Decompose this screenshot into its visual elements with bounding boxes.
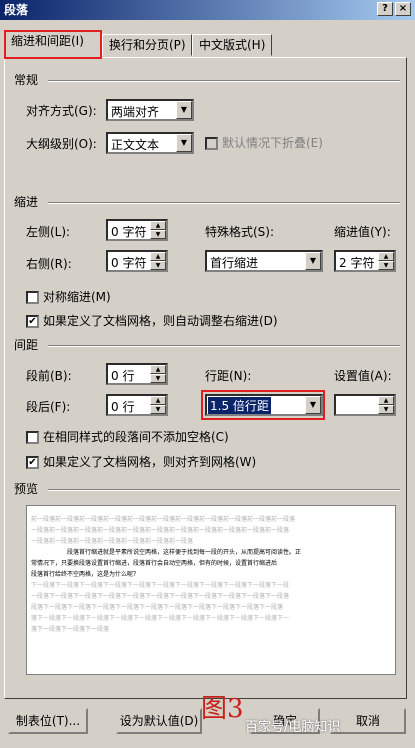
right-indent-label: 右侧(R): — [26, 257, 72, 271]
preview-divider — [48, 489, 400, 491]
left-indent-value: 0 字符 — [111, 225, 147, 239]
preview-main-line: 段落首行给终不空两格，这是为什么呢？ — [31, 571, 140, 578]
left-indent-spinner[interactable]: 0 字符 ▲ ▼ — [106, 219, 168, 241]
spin-up-icon[interactable]: ▲ — [150, 396, 166, 405]
spin-down-icon[interactable]: ▼ — [150, 230, 166, 239]
tab-line-page-breaks[interactable]: 换行和分页(P) — [102, 34, 192, 56]
collapse-checkbox[interactable] — [205, 137, 218, 150]
collapse-label: 默认情况下折叠(E) — [222, 136, 323, 150]
auto-adjust-label: 如果定义了文档网格，则自动调整右缩进(D) — [43, 314, 278, 328]
spin-down-icon[interactable]: ▼ — [150, 261, 166, 270]
by-value: 2 字符 — [339, 256, 375, 270]
by-label: 缩进值(Y): — [334, 225, 391, 239]
preview-pane: 前一段落前一段落前一段落前一段落前一段落前一段落前一段落前一段落前一段落前一段落… — [26, 505, 396, 675]
watermark: 百家号/电脑知识 — [245, 720, 341, 735]
spin-up-icon[interactable]: ▲ — [150, 252, 166, 261]
preview-section-title: 预览 — [14, 482, 39, 496]
spin-down-icon[interactable]: ▼ — [150, 405, 166, 414]
cancel-button[interactable]: 取消 — [330, 708, 406, 734]
spin-down-icon[interactable]: ▼ — [150, 374, 166, 383]
outline-value: 正文文本 — [111, 138, 160, 152]
chevron-down-icon[interactable]: ▼ — [305, 396, 321, 414]
general-section-title: 常规 — [14, 73, 39, 87]
at-label: 设置值(A): — [334, 369, 392, 383]
snap-grid-label: 如果定义了文档网格，则对齐到网格(W) — [43, 455, 257, 469]
at-spinner[interactable]: ▲ ▼ — [334, 394, 396, 416]
spin-up-icon[interactable]: ▲ — [378, 396, 394, 405]
spin-up-icon[interactable]: ▲ — [378, 252, 394, 261]
indent-section-title: 缩进 — [14, 195, 39, 209]
outline-select[interactable]: 正文文本 ▼ — [106, 132, 194, 154]
help-button[interactable]: ? — [377, 2, 393, 16]
special-select[interactable]: 首行缩进 ▼ — [205, 250, 323, 272]
tabs-button[interactable]: 制表位(T)... — [8, 708, 88, 734]
indent-divider — [48, 202, 400, 204]
close-button[interactable]: × — [395, 2, 411, 16]
after-spinner[interactable]: 0 行 ▲ ▼ — [106, 394, 168, 416]
outline-label: 大纲级别(O): — [26, 137, 97, 151]
special-label: 特殊格式(S): — [205, 225, 275, 239]
alignment-label: 对齐方式(G): — [26, 104, 97, 118]
left-indent-label: 左侧(L): — [26, 225, 71, 239]
figure-annotation: 图3 — [201, 694, 244, 724]
preview-next-line: 落下一段落下一段落下一段落 — [31, 626, 110, 633]
no-space-checkbox[interactable] — [26, 431, 39, 444]
window-title: 段落 — [4, 3, 29, 17]
by-spinner[interactable]: 2 字符 ▲ ▼ — [334, 250, 396, 272]
before-spinner[interactable]: 0 行 ▲ ▼ — [106, 363, 168, 385]
mirror-indents-checkbox[interactable] — [26, 291, 39, 304]
line-spacing-value: 1.5 倍行距 — [208, 397, 271, 414]
preview-prev-line: 前一段落前一段落前一段落前一段落前一段落前一段落前一段落前一段落前一段落前一段落… — [31, 516, 296, 523]
set-default-button[interactable]: 设为默认值(D) — [116, 708, 202, 734]
snap-grid-checkbox[interactable]: ✔ — [26, 456, 39, 469]
general-divider — [48, 80, 400, 82]
spin-down-icon[interactable]: ▼ — [378, 261, 394, 270]
spacing-section-title: 间距 — [14, 338, 39, 352]
preview-next-line: 一段落下一段落下一段落下一段落下一段落下一段落下一段落下一段落下一段落下一段落下… — [31, 593, 290, 600]
preview-next-line: 落下一段落下一段落下一段落下一段落下一段落下一段落下一段落下一段落下一段落下一段… — [31, 615, 290, 622]
no-space-label: 在相同样式的段落间不添加空格(C) — [43, 430, 229, 444]
chevron-down-icon[interactable]: ▼ — [176, 134, 192, 152]
alignment-select[interactable]: 两端对齐 ▼ — [106, 99, 194, 121]
after-label: 段后(F): — [26, 400, 71, 414]
preview-prev-line: 一段落前一段落前一段落前一段落前一段落前一段落前一段落前一段落前一段落前一段落前… — [31, 527, 290, 534]
preview-next-line: 段落下一段落下一段落下一段落下一段落下一段落下一段落下一段落下一段落下一段落下一… — [31, 604, 284, 611]
line-spacing-label: 行距(N): — [205, 369, 252, 383]
tab-indents-spacing[interactable]: 缩进和间距(I) — [4, 30, 102, 58]
preview-next-line: 下一段落下一段落下一段落下一段落下一段落下一段落下一段落下一段落下一段落下一段落… — [31, 582, 290, 589]
spin-up-icon[interactable]: ▲ — [150, 365, 166, 374]
right-indent-spinner[interactable]: 0 字符 ▲ ▼ — [106, 250, 168, 272]
title-bar: 段落 ? × — [0, 0, 415, 20]
special-value: 首行缩进 — [210, 256, 259, 270]
tab-asian-typography[interactable]: 中文版式(H) — [192, 34, 272, 56]
alignment-value: 两端对齐 — [111, 105, 160, 119]
before-value: 0 行 — [111, 369, 135, 383]
preview-main-line: 段落首行缩进就是平素所说空两格，这样便于找到每一段的开头，从而提高可阅读性。正 — [67, 549, 302, 556]
before-label: 段前(B): — [26, 369, 72, 383]
chevron-down-icon[interactable]: ▼ — [176, 101, 192, 119]
chevron-down-icon[interactable]: ▼ — [305, 252, 321, 270]
line-spacing-select[interactable]: 1.5 倍行距 ▼ — [205, 394, 323, 416]
preview-main-line: 常情况下，只要换段落设置首行缩进，段落首行会自动空两格，但有的时候，设置首行缩进… — [31, 560, 278, 567]
spacing-divider — [48, 345, 400, 347]
preview-prev-line: 一段落前一段落前一段落前一段落前一段落前一段落前一段落 — [31, 538, 194, 545]
auto-adjust-checkbox[interactable]: ✔ — [26, 315, 39, 328]
right-indent-value: 0 字符 — [111, 256, 147, 270]
spin-down-icon[interactable]: ▼ — [378, 405, 394, 414]
spin-up-icon[interactable]: ▲ — [150, 221, 166, 230]
mirror-indents-label: 对称缩进(M) — [43, 290, 111, 304]
after-value: 0 行 — [111, 400, 135, 414]
